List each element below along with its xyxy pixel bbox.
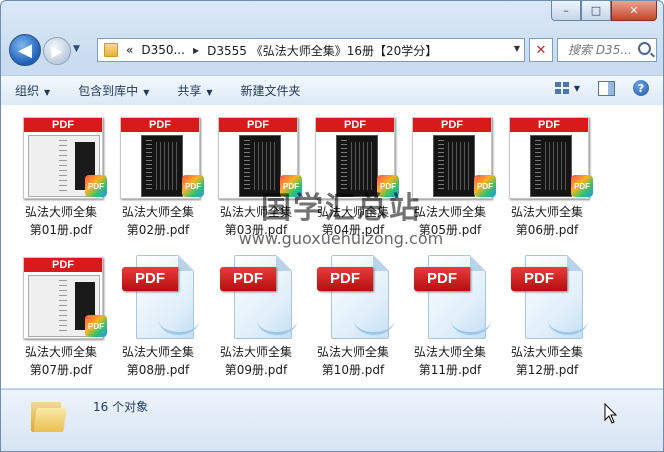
file-item[interactable]: PDF PDF 弘法大师全集 第04册.pdf: [307, 115, 399, 239]
search-icon[interactable]: [638, 42, 651, 55]
pdf-label: PDF: [122, 267, 178, 291]
details-pane: 16 个对象: [1, 389, 663, 451]
pdf-band: PDF: [219, 118, 297, 132]
clear-address-button[interactable]: ✕: [529, 38, 553, 62]
breadcrumb-overflow[interactable]: «: [126, 43, 133, 57]
pdf-file-icon: PDF: [313, 255, 394, 339]
pdf-thumbnail: PDF PDF: [410, 115, 496, 199]
file-item[interactable]: PDF 弘法大师全集 第09册.pdf: [210, 255, 302, 379]
pdf-reader-badge-icon: PDF: [182, 175, 204, 197]
folder-icon: [104, 43, 118, 57]
chevron-down-icon: ▼: [143, 88, 150, 97]
chevron-down-icon: ▼: [573, 83, 580, 93]
breadcrumb-item[interactable]: D350...: [141, 43, 185, 57]
pdf-file-icon: PDF: [410, 255, 491, 339]
file-name: 弘法大师全集 第09册.pdf: [219, 345, 292, 377]
pdf-thumbnail: PDF PDF: [118, 115, 204, 199]
organize-menu[interactable]: 组织 ▼: [1, 82, 64, 99]
address-bar[interactable]: « D350... ▶ D3555 《弘法大师全集》16册【20学分】 ▼: [97, 38, 525, 62]
pdf-band: PDF: [510, 118, 588, 132]
pdf-band: PDF: [24, 258, 102, 272]
pdf-reader-badge-icon: PDF: [85, 315, 107, 337]
pdf-file-icon: PDF: [507, 255, 588, 339]
share-menu[interactable]: 共享 ▼: [163, 82, 226, 99]
pdf-file-icon: PDF: [118, 255, 199, 339]
caption-buttons: – □ ✕: [551, 1, 657, 21]
pdf-reader-badge-icon: PDF: [85, 175, 107, 197]
view-grid-icon: [554, 82, 569, 94]
recent-pages-dropdown[interactable]: ▼: [73, 44, 80, 54]
file-item[interactable]: PDF 弘法大师全集 第11册.pdf: [404, 255, 496, 379]
search-input[interactable]: [566, 39, 640, 61]
pdf-band: PDF: [316, 118, 394, 132]
pdf-reader-badge-icon: PDF: [571, 175, 593, 197]
file-list: PDF PDF 弘法大师全集 第01册.pdf PDF PDF 弘法大师全集 第02册.pdf…: [1, 105, 663, 388]
pdf-band: PDF: [413, 118, 491, 132]
file-name: 弘法大师全集 第11册.pdf: [413, 345, 486, 377]
pdf-label: PDF: [511, 267, 567, 291]
pdf-reader-badge-icon: PDF: [280, 175, 302, 197]
forward-button[interactable]: ▶: [43, 37, 71, 65]
file-name: 弘法大师全集 第02册.pdf: [121, 205, 194, 237]
file-item[interactable]: PDF PDF 弘法大师全集 第02册.pdf: [112, 115, 204, 239]
pdf-label: PDF: [317, 267, 373, 291]
file-name: 弘法大师全集 第05册.pdf: [413, 205, 486, 237]
pdf-band: PDF: [121, 118, 199, 132]
file-item[interactable]: PDF 弘法大师全集 第08册.pdf: [112, 255, 204, 379]
pdf-file-icon: PDF: [216, 255, 297, 339]
file-item[interactable]: PDF PDF 弘法大师全集 第07册.pdf: [15, 255, 107, 379]
pdf-thumbnail: PDF PDF: [313, 115, 399, 199]
back-button[interactable]: ◀: [9, 34, 41, 66]
pdf-thumbnail: PDF PDF: [21, 115, 107, 199]
preview-pane-icon[interactable]: [598, 80, 615, 96]
file-item[interactable]: PDF PDF 弘法大师全集 第05册.pdf: [404, 115, 496, 239]
file-item[interactable]: PDF PDF 弘法大师全集 第03册.pdf: [210, 115, 302, 239]
minimize-button[interactable]: –: [551, 1, 581, 21]
pdf-reader-badge-icon: PDF: [377, 175, 399, 197]
maximize-button[interactable]: □: [581, 1, 611, 21]
file-name: 弘法大师全集 第07册.pdf: [24, 345, 97, 377]
include-in-library-menu[interactable]: 包含到库中 ▼: [64, 82, 163, 99]
chevron-right-icon[interactable]: ▶: [193, 46, 199, 55]
pdf-label: PDF: [220, 267, 276, 291]
file-name: 弘法大师全集 第03册.pdf: [219, 205, 292, 237]
file-name: 弘法大师全集 第10册.pdf: [316, 345, 389, 377]
address-dropdown-icon[interactable]: ▼: [514, 44, 520, 53]
pdf-reader-badge-icon: PDF: [474, 175, 496, 197]
change-view-button[interactable]: ▼: [554, 82, 580, 94]
folder-icon: [31, 396, 67, 432]
file-name: 弘法大师全集 第12册.pdf: [510, 345, 583, 377]
navigation-bar: ◀ ▶ ▼ « D350... ▶ D3555 《弘法大师全集》16册【20学分…: [9, 34, 657, 66]
file-name: 弘法大师全集 第01册.pdf: [24, 205, 97, 237]
file-item[interactable]: PDF PDF 弘法大师全集 第01册.pdf: [15, 115, 107, 239]
pdf-label: PDF: [414, 267, 470, 291]
pdf-thumbnail: PDF PDF: [216, 115, 302, 199]
pdf-band: PDF: [24, 118, 102, 132]
file-name: 弘法大师全集 第06册.pdf: [510, 205, 583, 237]
chevron-down-icon: ▼: [44, 88, 51, 97]
item-count: 16 个对象: [93, 400, 149, 414]
help-icon[interactable]: ?: [633, 80, 649, 96]
file-name: 弘法大师全集 第04册.pdf: [316, 205, 389, 237]
file-item[interactable]: PDF 弘法大师全集 第12册.pdf: [501, 255, 593, 379]
file-item[interactable]: PDF PDF 弘法大师全集 第06册.pdf: [501, 115, 593, 239]
search-box[interactable]: [557, 38, 657, 62]
forward-arrow-icon: ▶: [51, 42, 63, 60]
pdf-thumbnail: PDF PDF: [507, 115, 593, 199]
command-bar: 组织 ▼ 包含到库中 ▼ 共享 ▼ 新建文件夹 ▼ ?: [1, 75, 663, 106]
pdf-thumbnail: PDF PDF: [21, 255, 107, 339]
breadcrumb-current[interactable]: D3555 《弘法大师全集》16册【20学分】: [207, 42, 437, 59]
view-controls: ▼ ?: [554, 80, 649, 96]
file-item[interactable]: PDF 弘法大师全集 第10册.pdf: [307, 255, 399, 379]
new-folder-button[interactable]: 新建文件夹: [227, 82, 315, 99]
explorer-window: – □ ✕ ◀ ▶ ▼ « D350... ▶ D3555 《弘法大师全集》16…: [0, 0, 664, 452]
chevron-down-icon: ▼: [206, 88, 213, 97]
back-arrow-icon: ◀: [18, 39, 32, 61]
close-button[interactable]: ✕: [611, 1, 657, 21]
file-name: 弘法大师全集 第08册.pdf: [121, 345, 194, 377]
